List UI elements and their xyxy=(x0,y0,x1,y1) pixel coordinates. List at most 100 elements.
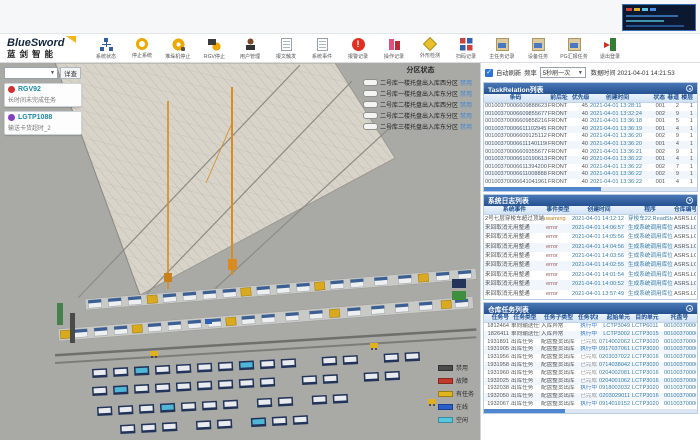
table-cell: 配盘整货出库 xyxy=(540,370,577,378)
toolbar-item-label: 系统事件 xyxy=(312,52,332,59)
column-header[interactable]: 任务状态 xyxy=(577,314,598,323)
column-header[interactable]: 事件类型 xyxy=(545,206,571,215)
toolbar-item-alarm-records[interactable]: 报警记录 xyxy=(340,38,376,60)
frequency-select[interactable]: 5秒刷一次▼ xyxy=(540,67,586,78)
table-row[interactable]: 001003700066098886239FRONT452021-04-01 1… xyxy=(484,103,697,111)
table-row[interactable]: 001003700066111401190FRONT402021-04-01 1… xyxy=(484,141,697,149)
toolbar-item-system-events[interactable]: 系统事件 xyxy=(304,38,340,60)
table-row[interactable]: 1932038出库任务配盘整货出库执行中0918003032LCTP302000… xyxy=(484,385,697,393)
table-row[interactable]: 来回取消无用整通error2021-04-01 14:04:56生成系统调用库位… xyxy=(484,243,697,252)
table-cell: 生成系统调用库位任务模块 xyxy=(627,224,673,233)
table-row[interactable]: 1931958出库任务配盘整货出库已完成0714038042LCTP302000… xyxy=(484,362,697,370)
table-row[interactable]: 来回取消无用整通error2021-04-01 14:00:52生成系统调用库位… xyxy=(484,280,697,289)
table-row[interactable]: 001003700066101906139FRONT402021-04-01 1… xyxy=(484,156,697,164)
table-row[interactable]: 001003700066091251123FRONT402021-04-01 1… xyxy=(484,133,697,141)
toolbar-item-stacker-stop[interactable]: 堆垛机停止 xyxy=(160,38,196,60)
toolbar-item-scan-records[interactable]: 扫码记录 xyxy=(448,38,484,60)
collapse-icon[interactable] xyxy=(686,197,693,204)
toolbar-item-operation-records[interactable]: 操作记录 xyxy=(376,38,412,60)
toolbar-item-user-management[interactable]: 用户管理 xyxy=(232,38,268,60)
column-header[interactable]: 托盘号 xyxy=(663,314,696,323)
collapse-icon[interactable] xyxy=(686,85,693,92)
detail-button[interactable]: 详查 xyxy=(60,67,81,79)
table-row[interactable]: 001003700066098556770FRONT402021-04-01 1… xyxy=(484,111,697,119)
partition-toggle[interactable] xyxy=(363,123,378,130)
horizontal-scrollbar[interactable] xyxy=(484,409,697,413)
table-row[interactable]: 1931956出库任务配盘整货出库已完成0203037022LCTP301600… xyxy=(484,354,697,362)
toolbar-item-profile-check[interactable]: 外形检测 xyxy=(412,38,448,59)
toolbar-item-stop-system[interactable]: 停止系统 xyxy=(124,38,160,59)
disable-link[interactable]: 禁用 xyxy=(460,89,472,98)
disable-link[interactable]: 禁用 xyxy=(460,100,472,109)
table-row[interactable]: 来回取消无用整通error2021-04-01 14:06:57生成系统调用库位… xyxy=(484,224,697,233)
table-cell: 单向输送任务 xyxy=(510,331,540,339)
column-header[interactable]: 目的单元 xyxy=(631,314,663,323)
horizontal-scrollbar[interactable] xyxy=(484,187,697,191)
column-header[interactable]: 任务类型 xyxy=(510,314,540,323)
legend-label: 在线 xyxy=(456,402,468,411)
table-row[interactable]: 001003700066110088881FRONT402021-04-01 1… xyxy=(484,171,697,179)
disable-link[interactable]: 禁用 xyxy=(460,122,472,131)
table-row[interactable]: 1826411单向输送任务入库异常执行中LCTP3002LCTP30150010… xyxy=(484,331,697,339)
rgv-stop-icon xyxy=(208,38,221,51)
table-row[interactable]: 来回取消无用整通error2021-04-01 13:57:49生成系统调用库位… xyxy=(484,290,697,299)
column-header[interactable]: 楼层 xyxy=(680,94,694,103)
toolbar-item-system-status[interactable]: 系统状态 xyxy=(88,38,124,60)
table-cell: 40 xyxy=(571,126,589,134)
disable-link[interactable]: 禁用 xyxy=(460,111,472,120)
disable-link[interactable]: 禁用 xyxy=(460,78,472,87)
table-row[interactable]: 2号七层穿梭车超过顶端/单边抵达warning2021-04-01 14:12:… xyxy=(484,215,697,224)
column-header[interactable]: 条码 xyxy=(484,94,547,103)
column-header[interactable]: 优先级 xyxy=(571,94,589,103)
table-row[interactable]: 001003700066093556770FRONT402021-04-01 1… xyxy=(484,149,697,157)
alert-card[interactable]: LGTP1088输送卡货超时_2 xyxy=(4,111,82,135)
column-header[interactable]: 起始单元 xyxy=(598,314,631,323)
column-header[interactable]: 创建时间 xyxy=(589,94,646,103)
partition-toggle[interactable] xyxy=(363,101,378,108)
table-row[interactable]: 1932050出库任务配盘整货出库已完成0203029011LCTP301600… xyxy=(484,393,697,401)
auto-refresh-checkbox[interactable] xyxy=(485,69,493,77)
toolbar-item-rgv-stop[interactable]: RGV停止 xyxy=(196,38,232,60)
minimap-thumbnail[interactable] xyxy=(622,4,696,31)
table-row[interactable]: 001003700066111029457FRONT402021-04-01 1… xyxy=(484,126,697,134)
table-row[interactable]: 001003700066113942005FRONT402021-04-01 1… xyxy=(484,164,697,172)
toolbar-item-label: 主任务记录 xyxy=(489,52,514,59)
column-header[interactable]: 任务号 xyxy=(484,314,510,323)
partition-toggle[interactable] xyxy=(363,112,378,119)
column-header[interactable]: 巷道 xyxy=(666,94,680,103)
column-header[interactable]: 状态 xyxy=(646,94,666,103)
toolbar-item-pg-report-tasks[interactable]: PG汇报任务 xyxy=(556,38,592,60)
column-header[interactable]: 创建时间 xyxy=(571,206,627,215)
table-row[interactable]: 1812464单向输送任务入库异常执行中LCTP3049LCTP60110010… xyxy=(484,323,697,331)
table-cell: 2021-04-01 14:06:57 xyxy=(571,224,627,233)
table-row[interactable]: 1931891出库任务配盘整货出库已完成0714002062LCTP302000… xyxy=(484,339,697,347)
table-row[interactable]: 001003700066098582162FRONT402021-04-01 1… xyxy=(484,118,697,126)
device-select[interactable]: ▼ xyxy=(4,67,58,79)
system-log-table: 系统日志列表 系统事件事件类型创建时间程序仓库编号 2号七层穿梭车超过顶端/单边… xyxy=(483,194,698,301)
column-header[interactable]: 系统事件 xyxy=(484,206,545,215)
column-header[interactable]: 程序 xyxy=(627,206,673,215)
table-row[interactable]: 来回取消无用整通error2021-04-01 14:02:55生成系统调用库位… xyxy=(484,261,697,270)
table-row[interactable]: 来回取消无用整通error2021-04-01 14:01:54生成系统调用库位… xyxy=(484,271,697,280)
table-row[interactable]: 1932025出库任务配盘整货出库已完成0204001062LCTP301600… xyxy=(484,378,697,386)
toolbar-item-main-task-records[interactable]: 主任务记录 xyxy=(484,38,520,60)
column-header[interactable]: 任务子类型 xyxy=(540,314,577,323)
table-cell: 1932050 xyxy=(484,393,510,401)
table-row[interactable]: 001003700066410419613FRONT402021-04-01 1… xyxy=(484,179,697,187)
table-row[interactable]: 1932067出库任务配盘整货出库执行中0914019152LCTP302000… xyxy=(484,401,697,409)
partition-toggle[interactable] xyxy=(363,90,378,97)
table-row[interactable]: 来回取消无用整通error2021-04-01 14:05:56生成系统调用库位… xyxy=(484,233,697,242)
table-row[interactable]: 来回取消无用整通error2021-04-01 14:03:56生成系统调用库位… xyxy=(484,252,697,261)
table-row[interactable]: 1931905出库任务配盘整货出库执行中0917037061LCTP302000… xyxy=(484,346,697,354)
table-row[interactable]: 1931960出库任务配盘整货出库已完成0204002081LCTP301600… xyxy=(484,370,697,378)
column-header[interactable]: 仓库编号 xyxy=(673,206,696,215)
partition-toggle[interactable] xyxy=(363,79,378,86)
alert-card[interactable]: RGV92长时间未完成任务 xyxy=(4,83,82,107)
toolbar-item-device-tasks[interactable]: 设备任务 xyxy=(520,38,556,60)
collapse-icon[interactable] xyxy=(686,305,693,312)
column-header[interactable]: 前后址 xyxy=(547,94,571,103)
legend-swatch xyxy=(438,391,453,397)
toolbar-item-message-trigger[interactable]: 报文触发 xyxy=(268,38,304,60)
toolbar-item-logout[interactable]: 退出登录 xyxy=(592,38,628,60)
warehouse-3d-view[interactable]: ▼ 详查 RGV92长时间未完成任务LGTP1088输送卡货超时_2 分区状态 … xyxy=(0,63,480,440)
